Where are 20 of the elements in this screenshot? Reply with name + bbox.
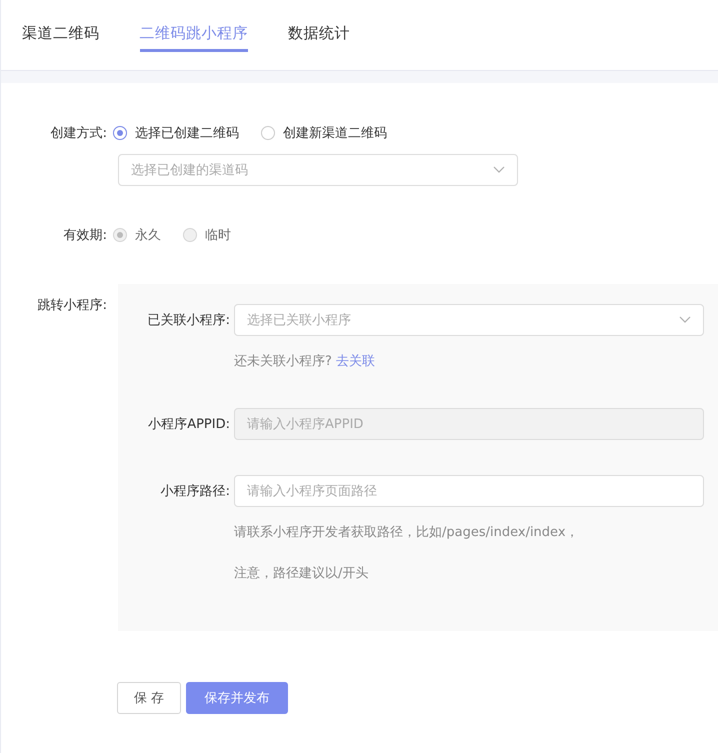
- button[interactable]: 保存并发布: [186, 682, 288, 714]
- hint-text: 请联系小程序开发者获取路径，比如/pages/index/index，: [234, 525, 579, 540]
- radio-option[interactable]: 创建新渠道二维码: [261, 124, 387, 142]
- radio-option[interactable]: 选择已创建二维码: [113, 124, 239, 142]
- field-label: 小程序APPID:: [147, 416, 231, 433]
- chevron-down-icon: [679, 316, 691, 324]
- input-field[interactable]: 请输入小程序页面路径: [234, 475, 704, 507]
- link-text[interactable]: 去关联: [336, 354, 376, 369]
- tab[interactable]: 渠道二维码: [22, 0, 100, 52]
- field-label: 有效期:: [62, 227, 108, 244]
- field-label: 跳转小程序:: [36, 297, 108, 314]
- hint-text: 注意，路径建议以/开头: [234, 566, 368, 581]
- field-label: 创建方式:: [50, 125, 108, 142]
- hint-text: 还未关联小程序?: [234, 354, 332, 369]
- field-label: 已关联小程序:: [146, 312, 231, 329]
- chevron-down-icon: [493, 166, 505, 174]
- field-label: 小程序路径:: [160, 483, 231, 500]
- tab[interactable]: 数据统计: [288, 0, 350, 52]
- tab[interactable]: 二维码跳小程序: [140, 0, 248, 52]
- button[interactable]: 保 存: [117, 682, 181, 714]
